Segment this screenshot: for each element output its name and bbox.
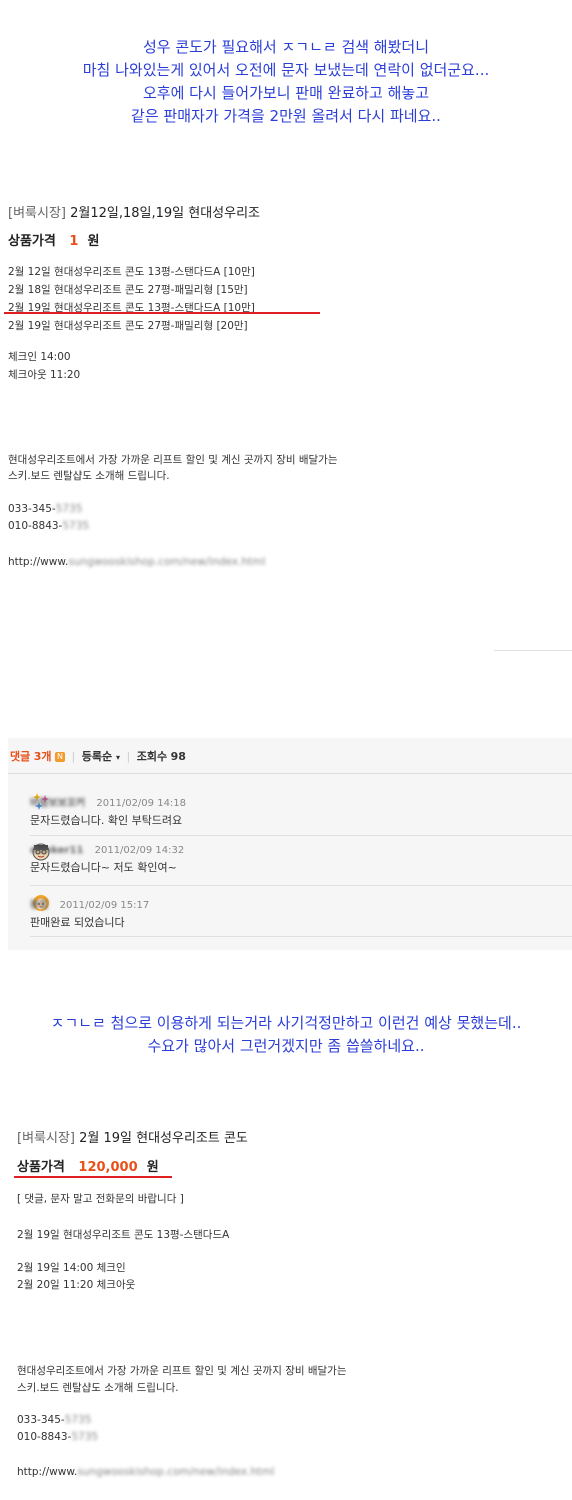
chevron-down-icon: ▾ bbox=[115, 753, 120, 762]
post2-desc: 스키.보드 렌탈샵도 소개해 드립니다. bbox=[17, 1382, 179, 1394]
post2-item: 2월 19일 현대성우리조트 콘도 13평-스탠다드A bbox=[17, 1229, 230, 1241]
list-item: 2월 12일 현대성우리조트 콘도 13평-스탠다드A [10만] bbox=[8, 266, 255, 278]
phone-blurred: 5735 bbox=[55, 503, 83, 515]
divider bbox=[30, 835, 572, 836]
new-badge: N bbox=[55, 752, 66, 762]
comment-header: 댓글 3개 N | 등록순 ▾ | 조회수 98 bbox=[10, 748, 186, 764]
middle-text: ㅈㄱㄴㄹ 첨으로 이용하게 되는거라 사기걱정만하고 이런건 예상 못했는데..… bbox=[0, 1012, 572, 1058]
list-item: 2월 19일 현대성우리조트 콘도 27평-패밀리형 [20만] bbox=[8, 320, 248, 332]
post1-phone1: 033-345-5735 bbox=[8, 500, 82, 518]
post1-price: 상품가격 1 원 bbox=[8, 230, 100, 249]
divider bbox=[8, 773, 572, 774]
url-prefix: http://www. bbox=[17, 1466, 78, 1478]
post2-note: [ 댓글, 문자 말고 전화문의 바랍니다 ] bbox=[17, 1193, 184, 1205]
url-prefix: http://www. bbox=[8, 556, 69, 568]
post1-title: [벼룩시장] 2월12일,18일,19일 현대성우리조 bbox=[8, 202, 260, 221]
post1-phone2: 010-8843-5735 bbox=[8, 517, 89, 535]
phone-prefix: 010-8843- bbox=[8, 520, 63, 532]
post2-url[interactable]: http://www.sungwooskishop.com/new/index.… bbox=[17, 1463, 274, 1481]
separator: | bbox=[71, 750, 76, 763]
sort-dropdown[interactable]: 등록순 ▾ bbox=[82, 750, 120, 763]
comment-label: 댓글 bbox=[10, 750, 31, 763]
comment-date: 2011/02/09 14:32 bbox=[94, 845, 185, 856]
separator: | bbox=[126, 750, 131, 763]
post2-checkout: 2월 20일 11:20 체크아웃 bbox=[17, 1279, 136, 1291]
post2-category: [벼룩시장] bbox=[17, 1131, 75, 1146]
comment-text: 문자드렸습니다. 확인 부탁드려요 bbox=[30, 814, 183, 827]
price-value: 1 bbox=[69, 234, 79, 249]
url-blurred: sungwooskishop.com/new/index.html bbox=[68, 556, 266, 568]
post1-checkout: 체크아웃 11:20 bbox=[8, 369, 81, 381]
comment-date: 2011/02/09 15:17 bbox=[59, 900, 150, 911]
comment-text: 판매완료 되었습니다 bbox=[30, 916, 125, 929]
post1-url[interactable]: http://www.sungwooskishop.com/new/index.… bbox=[8, 553, 265, 571]
phone-prefix: 010-8843- bbox=[17, 1431, 72, 1443]
price-unit: 원 bbox=[87, 234, 100, 249]
comment-date: 2011/02/09 14:18 bbox=[96, 798, 187, 809]
post1-item-list: 2월 12일 현대성우리조트 콘도 13평-스탠다드A [10만] 2월 18일… bbox=[8, 263, 255, 335]
intro-line: 오후에 다시 들어가보니 판매 완료하고 해놓고 bbox=[142, 84, 430, 102]
divider bbox=[30, 885, 572, 886]
price-label: 상품가격 bbox=[17, 1160, 65, 1175]
post1-title-text: 2월12일,18일,19일 현대성우리조 bbox=[70, 206, 261, 221]
middle-line: 수요가 많아서 그런거겠지만 좀 씁쓸하네요.. bbox=[147, 1037, 425, 1055]
post2-phone1: 033-345-5735 bbox=[17, 1411, 91, 1429]
intro-line: 성우 콘도가 필요해서 ㅈㄱㄴㄹ 검색 해봤더니 bbox=[142, 38, 430, 56]
comment-nick[interactable]: dunker11 bbox=[30, 845, 83, 856]
sort-label: 등록순 bbox=[81, 750, 113, 763]
price-value: 120,000 bbox=[78, 1160, 138, 1175]
intro-line: 마침 나와있는게 있어서 오전에 문자 보냈는데 연락이 없더군요... bbox=[82, 61, 490, 79]
comment-text: 문자드렸습니다~ 저도 확인여~ bbox=[30, 861, 177, 874]
post2-desc: 현대성우리조트에서 가장 가까운 리프트 할인 및 계신 곳까지 장비 배달가는 bbox=[17, 1365, 347, 1377]
comment-count: 3개 bbox=[33, 750, 52, 763]
price-label: 상품가격 bbox=[8, 234, 56, 249]
post2-checkin: 2월 19일 14:00 체크인 bbox=[17, 1262, 126, 1274]
intro-text: 성우 콘도가 필요해서 ㅈㄱㄴㄹ 검색 해봤더니 마침 나와있는게 있어서 오전… bbox=[0, 36, 572, 128]
comment-item: 바람보보꼬커 2011/02/09 14:18 문자드렸습니다. 확인 부탁드려… bbox=[30, 794, 570, 828]
comment-meta: 바람보보꼬커 2011/02/09 14:18 bbox=[30, 794, 570, 809]
phone-blurred: 5735 bbox=[64, 1414, 92, 1426]
list-item: 2월 19일 현대성우리조트 콘도 13평-스탠다드A [10만] bbox=[8, 302, 255, 314]
comment-meta: dunker11 2011/02/09 14:32 bbox=[30, 845, 570, 856]
post1-desc: 스키.보드 렌탈샵도 소개해 드립니다. bbox=[8, 470, 170, 482]
post2-phone2: 010-8843-5735 bbox=[17, 1428, 98, 1446]
red-underline bbox=[14, 1176, 172, 1178]
comment-nick[interactable]: 바람보보꼬커 bbox=[30, 798, 85, 809]
post2-price: 상품가격 120,000 원 bbox=[17, 1156, 159, 1175]
post1-checkin: 체크인 14:00 bbox=[8, 351, 71, 363]
phone-prefix: 033-345- bbox=[8, 503, 56, 515]
views-label: 조회수 bbox=[136, 750, 168, 763]
url-blurred: sungwooskishop.com/new/index.html bbox=[77, 1466, 275, 1478]
post2-title: [벼룩시장] 2월 19일 현대성우리조트 콘도 bbox=[17, 1127, 248, 1146]
price-unit: 원 bbox=[146, 1160, 159, 1175]
divider bbox=[30, 936, 572, 937]
list-item: 2월 18일 현대성우리조트 콘도 27평-패밀리형 [15만] bbox=[8, 284, 248, 296]
comment-nick[interactable]: 봉접 bbox=[30, 900, 48, 911]
red-underline bbox=[4, 312, 320, 314]
intro-line: 같은 판매자가 가격을 2만원 올려서 다시 파네요.. bbox=[131, 107, 441, 125]
middle-line: ㅈㄱㄴㄹ 첨으로 이용하게 되는거라 사기걱정만하고 이런건 예상 못했는데.. bbox=[50, 1014, 522, 1032]
divider bbox=[494, 650, 572, 651]
views-count: 98 bbox=[170, 750, 186, 763]
phone-blurred: 5735 bbox=[62, 520, 90, 532]
post2-title-text: 2월 19일 현대성우리조트 콘도 bbox=[79, 1131, 248, 1146]
comment-meta: 봉접 2011/02/09 15:17 bbox=[30, 896, 570, 911]
phone-prefix: 033-345- bbox=[17, 1414, 65, 1426]
phone-blurred: 5735 bbox=[71, 1431, 99, 1443]
comment-item: 봉접 2011/02/09 15:17 판매완료 되었습니다 bbox=[30, 896, 570, 930]
post1-category: [벼룩시장] bbox=[8, 206, 66, 221]
comment-item: dunker11 2011/02/09 14:32 문자드렸습니다~ 저도 확인… bbox=[30, 845, 570, 875]
